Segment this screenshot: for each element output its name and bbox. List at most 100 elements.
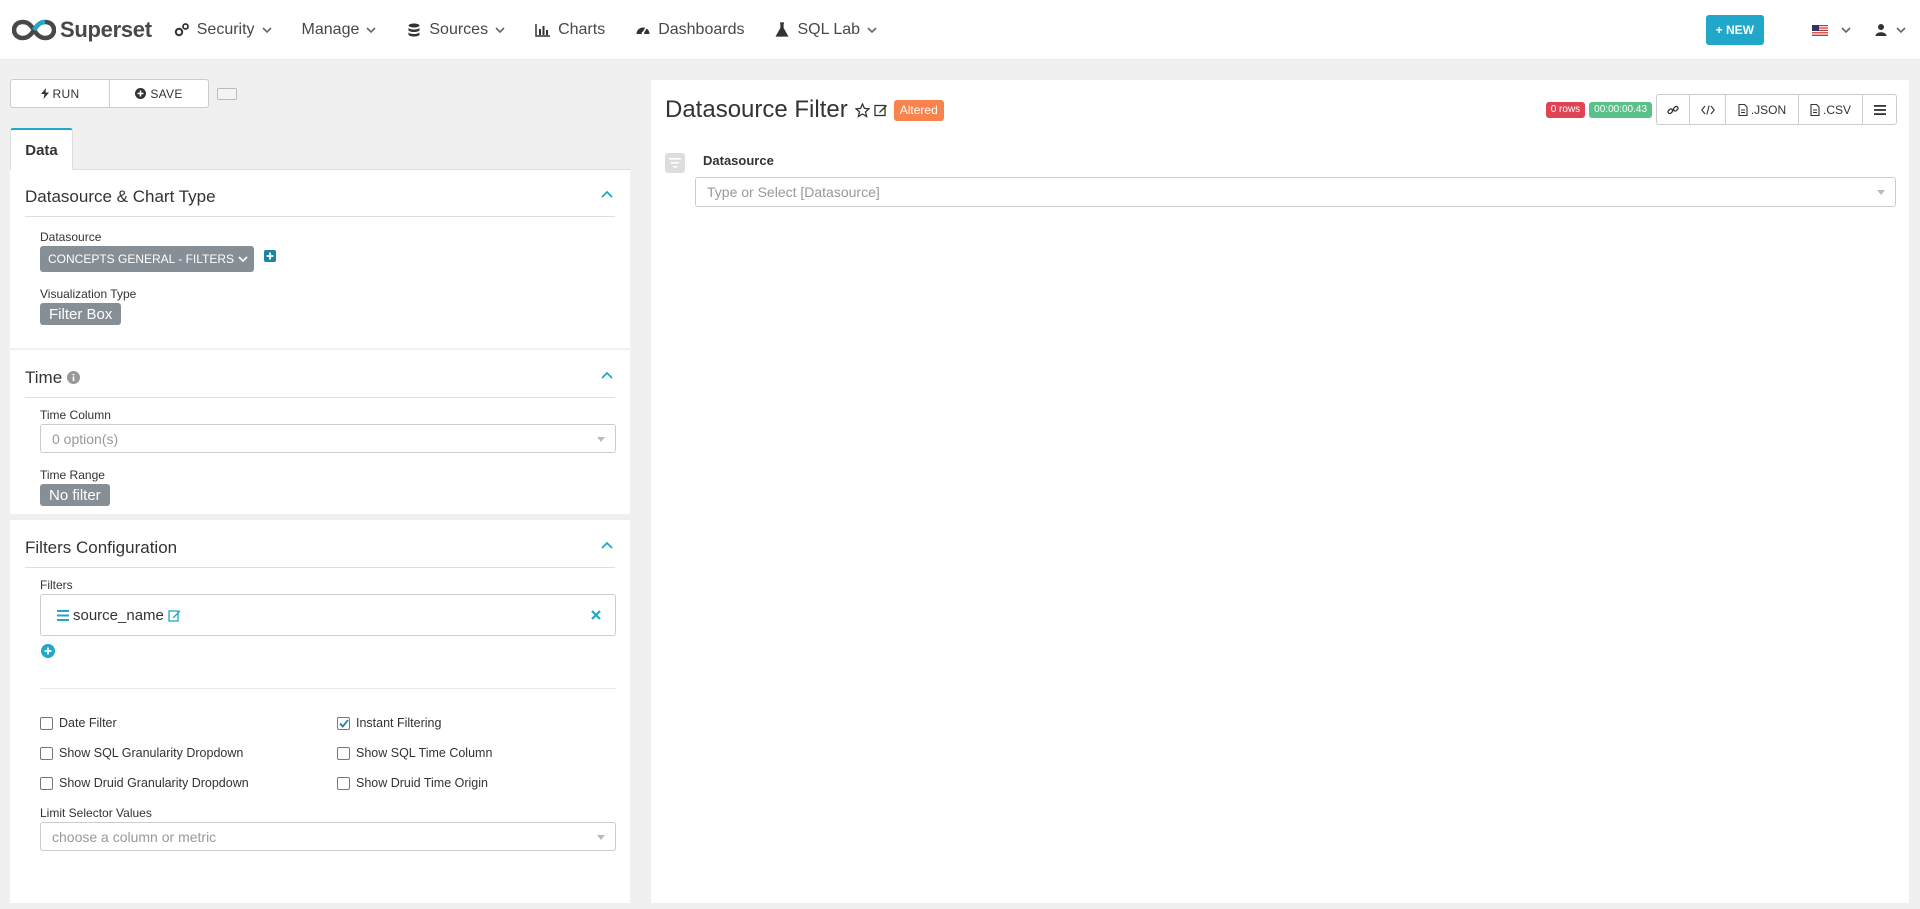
checkbox-label: Show SQL Granularity Dropdown: [59, 746, 244, 760]
chevron-up-icon[interactable]: [601, 189, 613, 201]
brand[interactable]: Superset: [12, 17, 152, 43]
chart-action-buttons: .JSON .CSV: [1656, 94, 1897, 125]
nav-sources-label: Sources: [429, 20, 489, 38]
time-section: Time Time Column 0 option(s) Time Range …: [10, 350, 630, 514]
star-icon[interactable]: [854, 102, 870, 118]
time-range-selector[interactable]: No filter: [40, 484, 110, 506]
filter-item-name: source_name: [73, 606, 164, 624]
user-menu[interactable]: [1875, 23, 1906, 37]
user-icon: [1875, 24, 1887, 36]
nav-dashboards[interactable]: Dashboards: [635, 21, 744, 39]
bolt-icon: [40, 88, 49, 99]
query-time-badge: 00:00:00.43: [1589, 101, 1652, 118]
nav-manage-label: Manage: [301, 20, 360, 38]
language-selector[interactable]: [1812, 24, 1851, 36]
checkbox[interactable]: [40, 776, 53, 790]
viz-type-selector[interactable]: Filter Box: [40, 303, 122, 325]
filter-lines-icon: [669, 158, 681, 168]
checkbox-druid-time-origin[interactable]: Show Druid Time Origin: [337, 776, 488, 790]
caret-down-icon: [597, 835, 605, 840]
filters-section-header[interactable]: Filters Configuration: [25, 528, 615, 568]
chart-container: Datasource Filter Altered 0 rows 00:00:0…: [651, 80, 1909, 903]
filter-icon: [665, 153, 685, 173]
checkbox[interactable]: [40, 746, 53, 760]
keyboard-shortcuts-icon[interactable]: [217, 87, 237, 100]
time-range-label: Time Range: [40, 468, 105, 482]
filters-config-section: Filters Configuration Filters source_nam…: [10, 520, 630, 903]
more-options-button[interactable]: [1863, 94, 1897, 125]
edit-icon[interactable]: [874, 103, 888, 117]
caret-down-icon: [1877, 190, 1885, 195]
checkbox[interactable]: [40, 716, 53, 730]
save-button[interactable]: SAVE: [110, 79, 209, 108]
chart-header: Datasource Filter Altered: [665, 96, 944, 124]
checkbox[interactable]: [337, 776, 350, 790]
drag-handle-icon[interactable]: [57, 609, 69, 621]
caret-down-icon: [597, 437, 605, 442]
checkbox-instant-filtering[interactable]: Instant Filtering: [337, 716, 441, 730]
checkbox-druid-granularity[interactable]: Show Druid Granularity Dropdown: [40, 776, 249, 790]
plus-circle-icon: [135, 88, 147, 99]
run-button[interactable]: RUN: [10, 79, 110, 108]
datasource-section-header[interactable]: Datasource & Chart Type: [25, 177, 615, 217]
checkbox-sql-granularity[interactable]: Show SQL Granularity Dropdown: [40, 746, 243, 760]
remove-filter-icon[interactable]: [591, 610, 601, 620]
nav-sqllab[interactable]: SQL Lab: [774, 21, 877, 39]
datasource-label: Datasource: [40, 230, 102, 244]
dashboard-icon: [636, 27, 650, 34]
datasource-dropdown[interactable]: CONCEPTS GENERAL - FILTERS: [40, 246, 254, 272]
add-datasource-icon[interactable]: [264, 250, 276, 262]
check-icon: [338, 718, 349, 728]
checkbox-sql-time-column[interactable]: Show SQL Time Column: [337, 746, 492, 760]
chart-title[interactable]: Datasource Filter: [665, 96, 848, 124]
export-csv-button[interactable]: .CSV: [1799, 94, 1863, 125]
checkbox-date-filter[interactable]: Date Filter: [40, 716, 117, 730]
new-button[interactable]: + NEW: [1705, 15, 1764, 45]
share-link-button[interactable]: [1656, 94, 1690, 125]
nav-sources[interactable]: Sources: [406, 21, 505, 39]
section-title: Datasource & Chart Type: [25, 186, 216, 206]
nav-charts[interactable]: Charts: [535, 21, 605, 39]
link-icon: [1667, 105, 1679, 114]
edit-icon[interactable]: [168, 609, 181, 622]
run-label: RUN: [52, 86, 80, 101]
time-column-placeholder: 0 option(s): [52, 430, 119, 447]
filter-widget-label: Datasource: [703, 153, 774, 168]
top-navbar: Superset Security Manage Sources Charts …: [0, 0, 1920, 60]
altered-badge[interactable]: Altered: [893, 99, 944, 121]
tab-data[interactable]: Data: [10, 128, 73, 171]
divider: [40, 688, 616, 689]
checkbox[interactable]: [337, 746, 350, 760]
nav-security-label: Security: [196, 20, 255, 38]
embed-code-button[interactable]: [1690, 94, 1726, 125]
code-icon: [1700, 104, 1715, 115]
chevron-down-icon: [238, 256, 248, 263]
csv-label: .CSV: [1822, 102, 1851, 117]
time-column-select[interactable]: 0 option(s): [40, 424, 616, 453]
nav-security[interactable]: Security: [174, 21, 272, 39]
limit-selector-select[interactable]: choose a column or metric: [40, 822, 616, 851]
chevron-down-icon: [1841, 27, 1851, 34]
checkbox-label: Date Filter: [59, 716, 117, 730]
checkbox-label: Show Druid Granularity Dropdown: [59, 776, 249, 790]
hamburger-icon: [1873, 104, 1886, 115]
section-title: Time: [25, 367, 63, 387]
database-icon: [408, 23, 420, 36]
chevron-down-icon: [366, 26, 376, 33]
chevron-up-icon[interactable]: [601, 370, 613, 382]
filter-select-placeholder: Type or Select [Datasource]: [707, 184, 880, 200]
limit-selector-placeholder: choose a column or metric: [52, 828, 217, 845]
add-filter-icon[interactable]: [41, 644, 55, 658]
nav-manage[interactable]: Manage: [302, 21, 377, 39]
filters-label: Filters: [40, 578, 73, 592]
us-flag-icon: [1812, 24, 1828, 36]
time-section-header[interactable]: Time: [25, 358, 615, 398]
datasource-filter-select[interactable]: Type or Select [Datasource]: [695, 177, 1896, 207]
control-panel-tabs: Data: [10, 128, 630, 171]
datasource-section: Datasource & Chart Type Datasource CONCE…: [10, 170, 630, 348]
export-json-button[interactable]: .JSON: [1726, 94, 1799, 125]
info-circle-icon: [67, 371, 81, 384]
checkbox[interactable]: [337, 716, 350, 730]
chevron-up-icon[interactable]: [601, 540, 613, 552]
filter-item[interactable]: source_name: [40, 594, 616, 636]
